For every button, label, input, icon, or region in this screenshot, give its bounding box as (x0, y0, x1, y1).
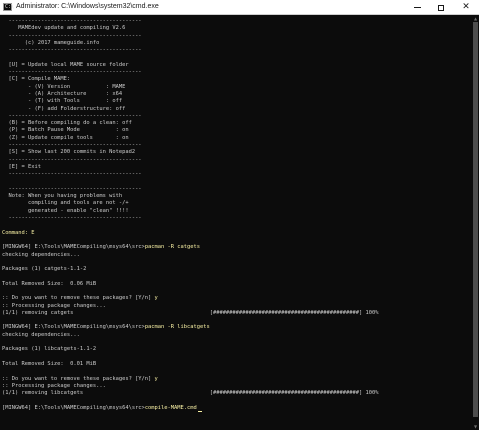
console-line: ----------------------------------------… (2, 171, 142, 178)
console-line: :: Processing package changes... (2, 302, 106, 309)
cmd-icon[interactable]: C:\ (3, 3, 15, 11)
title-bar[interactable]: C:\ Administrator: C:\Windows\system32\c… (0, 0, 479, 15)
console-line: ----------------------------------------… (2, 156, 142, 163)
close-button[interactable]: ✕ (455, 0, 477, 15)
console-line: Packages (1) libcatgets-1.1-2 (2, 346, 97, 353)
text-cursor (197, 411, 202, 413)
console-line: compiling and tools are not -/+ (2, 200, 129, 207)
console-line: generated - enable "clean" !!!! (2, 207, 129, 214)
console-line: (c) 2017 mameguide.info (2, 39, 100, 46)
maximize-icon (438, 4, 444, 11)
console-line: [E] = Exit (2, 163, 41, 170)
console-line: MAMEdev update and compiling V2.6 (2, 25, 126, 32)
console-line: checking dependencies... (2, 251, 80, 258)
console-line: Command: E (2, 230, 472, 237)
console-line: [S] = Show last 200 commits in Notepad2 (2, 149, 136, 156)
console-line: - (F) add Folderstructure: off (2, 105, 126, 112)
minimize-icon (413, 7, 421, 8)
console-text: ----------------------------------------… (0, 15, 472, 413)
console-highlight-text: pacman -R libcatgets (144, 324, 210, 331)
console-line: ----------------------------------------… (2, 142, 142, 149)
cmd-icon-glyph: C:\ (5, 4, 15, 10)
console-line: - (V) Version : MAME (2, 83, 126, 90)
console-highlight-text: pacman -R catgets (144, 244, 200, 251)
console-line: checking dependencies... (2, 331, 80, 338)
console-line: - (T) with Tools : off (2, 98, 123, 105)
window-title: Administrator: C:\Windows\system32\cmd.e… (16, 3, 159, 10)
console-line: [MINGW64] E:\Tools\MAMECompiling\msys64\… (2, 244, 200, 251)
console-line: (1/1) removing catgets [################… (2, 309, 379, 316)
console-line: ----------------------------------------… (2, 112, 142, 119)
maximize-button[interactable] (430, 0, 452, 15)
console-line: [MINGW64] E:\Tools\MAMECompiling\msys64\… (2, 404, 472, 413)
console-line: Note: When you having problems with (2, 193, 123, 200)
console-line: [U] = Update local MAME source folder (2, 61, 129, 68)
scrollbar-thumb[interactable] (473, 22, 478, 417)
vertical-scrollbar[interactable]: ▲ ▼ (472, 15, 479, 430)
console-line: (P) = Batch Pause Mode : on (2, 127, 129, 134)
scroll-up-arrow-icon[interactable]: ▲ (472, 15, 479, 22)
console-output[interactable]: ----------------------------------------… (0, 15, 472, 430)
console-line: :: Processing package changes... (2, 382, 106, 389)
console-line: :: Do you want to remove these packages?… (2, 295, 158, 302)
console-line: - (A) Architecture : x64 (2, 90, 123, 97)
console-highlight-text: y (154, 375, 158, 382)
minimize-button[interactable] (406, 0, 428, 15)
close-icon: ✕ (462, 2, 470, 12)
console-line: Total Removed Size: 0.01 MiB (2, 360, 97, 367)
console-line: :: Do you want to remove these packages?… (2, 375, 158, 382)
console-line: ----------------------------------------… (2, 69, 142, 76)
scroll-down-arrow-icon[interactable]: ▼ (472, 423, 479, 430)
console-line: (Z) = Update compile tools : on (2, 134, 129, 141)
console-line: ----------------------------------------… (2, 18, 142, 24)
console-highlight-text: compile-MAME.cmd (144, 404, 197, 411)
console-line: [C] = Compile MAME: (2, 76, 71, 83)
console-highlight-text: y (154, 295, 158, 302)
console-line: Packages (1) catgets-1.1-2 (2, 266, 87, 273)
console-line: ----------------------------------------… (2, 32, 142, 39)
console-line: [MINGW64] E:\Tools\MAMECompiling\msys64\… (2, 324, 210, 331)
console-line: Total Removed Size: 0.06 MiB (2, 280, 97, 287)
console-highlight-text: Command: E (2, 229, 35, 236)
console-line: (1/1) removing libcatgets [#############… (2, 390, 379, 397)
console-line: ----------------------------------------… (2, 185, 142, 192)
console-line: (B) = Before compiling do a clean: off (2, 120, 132, 127)
console-line: ----------------------------------------… (2, 47, 142, 54)
console-line: ----------------------------------------… (2, 215, 142, 222)
